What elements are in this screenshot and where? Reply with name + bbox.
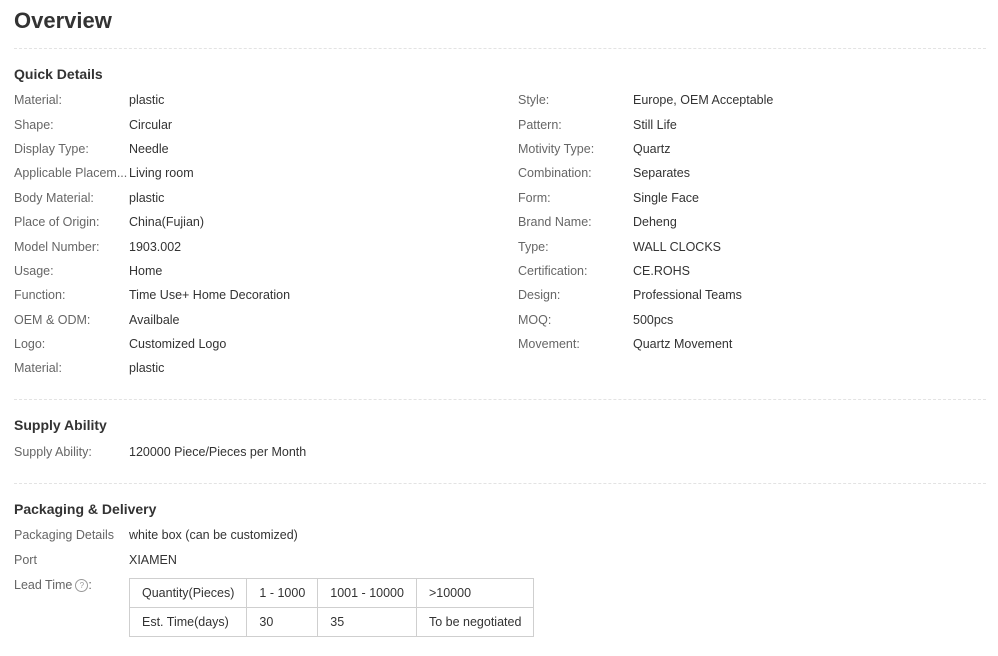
detail-value: Quartz <box>633 142 671 156</box>
packaging-delivery-heading: Packaging & Delivery <box>14 501 157 517</box>
page-title: Overview <box>14 8 112 33</box>
quick-details-heading: Quick Details <box>14 66 103 82</box>
detail-value: Circular <box>129 118 173 132</box>
supply-ability-label: Supply Ability: <box>14 445 92 459</box>
divider <box>14 48 986 49</box>
table-cell: 35 <box>317 607 417 637</box>
packaging-details-value: white box (can be customized) <box>129 528 298 542</box>
detail-label: Motivity Type: <box>518 142 595 156</box>
detail-label: Certification: <box>518 264 588 278</box>
table-cell: To be negotiated <box>415 607 535 637</box>
detail-label: Body Material: <box>14 191 94 205</box>
divider <box>14 483 986 484</box>
detail-label: OEM & ODM: <box>14 313 91 327</box>
detail-value: Needle <box>129 142 169 156</box>
table-cell: Quantity(Pieces) <box>128 578 248 608</box>
divider <box>14 399 986 400</box>
detail-value: Single Face <box>633 191 700 205</box>
detail-value: Availbale <box>129 313 180 327</box>
detail-value: Living room <box>129 166 194 180</box>
port-value: XIAMEN <box>129 553 177 567</box>
detail-label: Brand Name: <box>518 215 592 229</box>
detail-value: plastic <box>129 191 165 205</box>
detail-value: Customized Logo <box>129 337 227 351</box>
detail-label: Model Number: <box>14 240 100 254</box>
lead-time-label: Lead Time <box>14 578 73 592</box>
table-cell: 1001 - 10000 <box>317 578 417 608</box>
detail-label: Design: <box>518 288 561 302</box>
table-cell: Est. Time(days) <box>128 607 248 637</box>
detail-value: Still Life <box>633 118 677 132</box>
detail-label: Material: <box>14 93 62 107</box>
detail-value: WALL CLOCKS <box>633 240 721 254</box>
lead-time-colon: : <box>88 578 92 592</box>
detail-value: 500pcs <box>633 313 674 327</box>
table-row: Quantity(Pieces) 1 - 1000 1001 - 10000 >… <box>128 578 535 608</box>
lead-time-table: Quantity(Pieces) 1 - 1000 1001 - 10000 >… <box>128 578 535 637</box>
detail-value: plastic <box>129 361 165 375</box>
detail-value: Separates <box>633 166 690 180</box>
detail-label: Function: <box>14 288 66 302</box>
detail-label: Shape: <box>14 118 54 132</box>
detail-value: 1903.002 <box>129 240 182 254</box>
detail-value: plastic <box>129 93 165 107</box>
detail-value: Home <box>129 264 163 278</box>
detail-value: Time Use+ Home Decoration <box>129 288 291 302</box>
detail-value: Europe, OEM Acceptable <box>633 93 774 107</box>
table-row: Est. Time(days) 30 35 To be negotiated <box>128 607 535 637</box>
detail-value: Deheng <box>633 215 677 229</box>
table-cell: >10000 <box>415 578 535 608</box>
detail-label: Style: <box>518 93 550 107</box>
detail-label: Form: <box>518 191 551 205</box>
detail-value: CE.ROHS <box>633 264 690 278</box>
supply-ability-value: 120000 Piece/Pieces per Month <box>129 445 307 459</box>
detail-value: China(Fujian) <box>129 215 205 229</box>
detail-value: Quartz Movement <box>633 337 733 351</box>
detail-label: Combination: <box>518 166 592 180</box>
table-cell: 1 - 1000 <box>246 578 319 608</box>
detail-label: Logo: <box>14 337 46 351</box>
detail-label: Movement: <box>518 337 580 351</box>
detail-label: Material: <box>14 361 62 375</box>
detail-label: Applicable Placem... <box>14 166 128 180</box>
detail-label: Type: <box>518 240 549 254</box>
packaging-details-label: Packaging Details <box>14 528 115 542</box>
detail-label: Display Type: <box>14 142 89 156</box>
detail-label: MOQ: <box>518 313 552 327</box>
lead-time-label-wrap: Lead Time?: <box>14 576 128 594</box>
detail-label: Place of Origin: <box>14 215 100 229</box>
help-icon[interactable]: ? <box>75 579 89 592</box>
detail-value: Professional Teams <box>633 288 742 302</box>
port-label: Port <box>14 553 37 567</box>
table-cell: 30 <box>246 607 319 637</box>
detail-label: Usage: <box>14 264 54 278</box>
supply-ability-heading: Supply Ability <box>14 417 107 433</box>
detail-label: Pattern: <box>518 118 562 132</box>
